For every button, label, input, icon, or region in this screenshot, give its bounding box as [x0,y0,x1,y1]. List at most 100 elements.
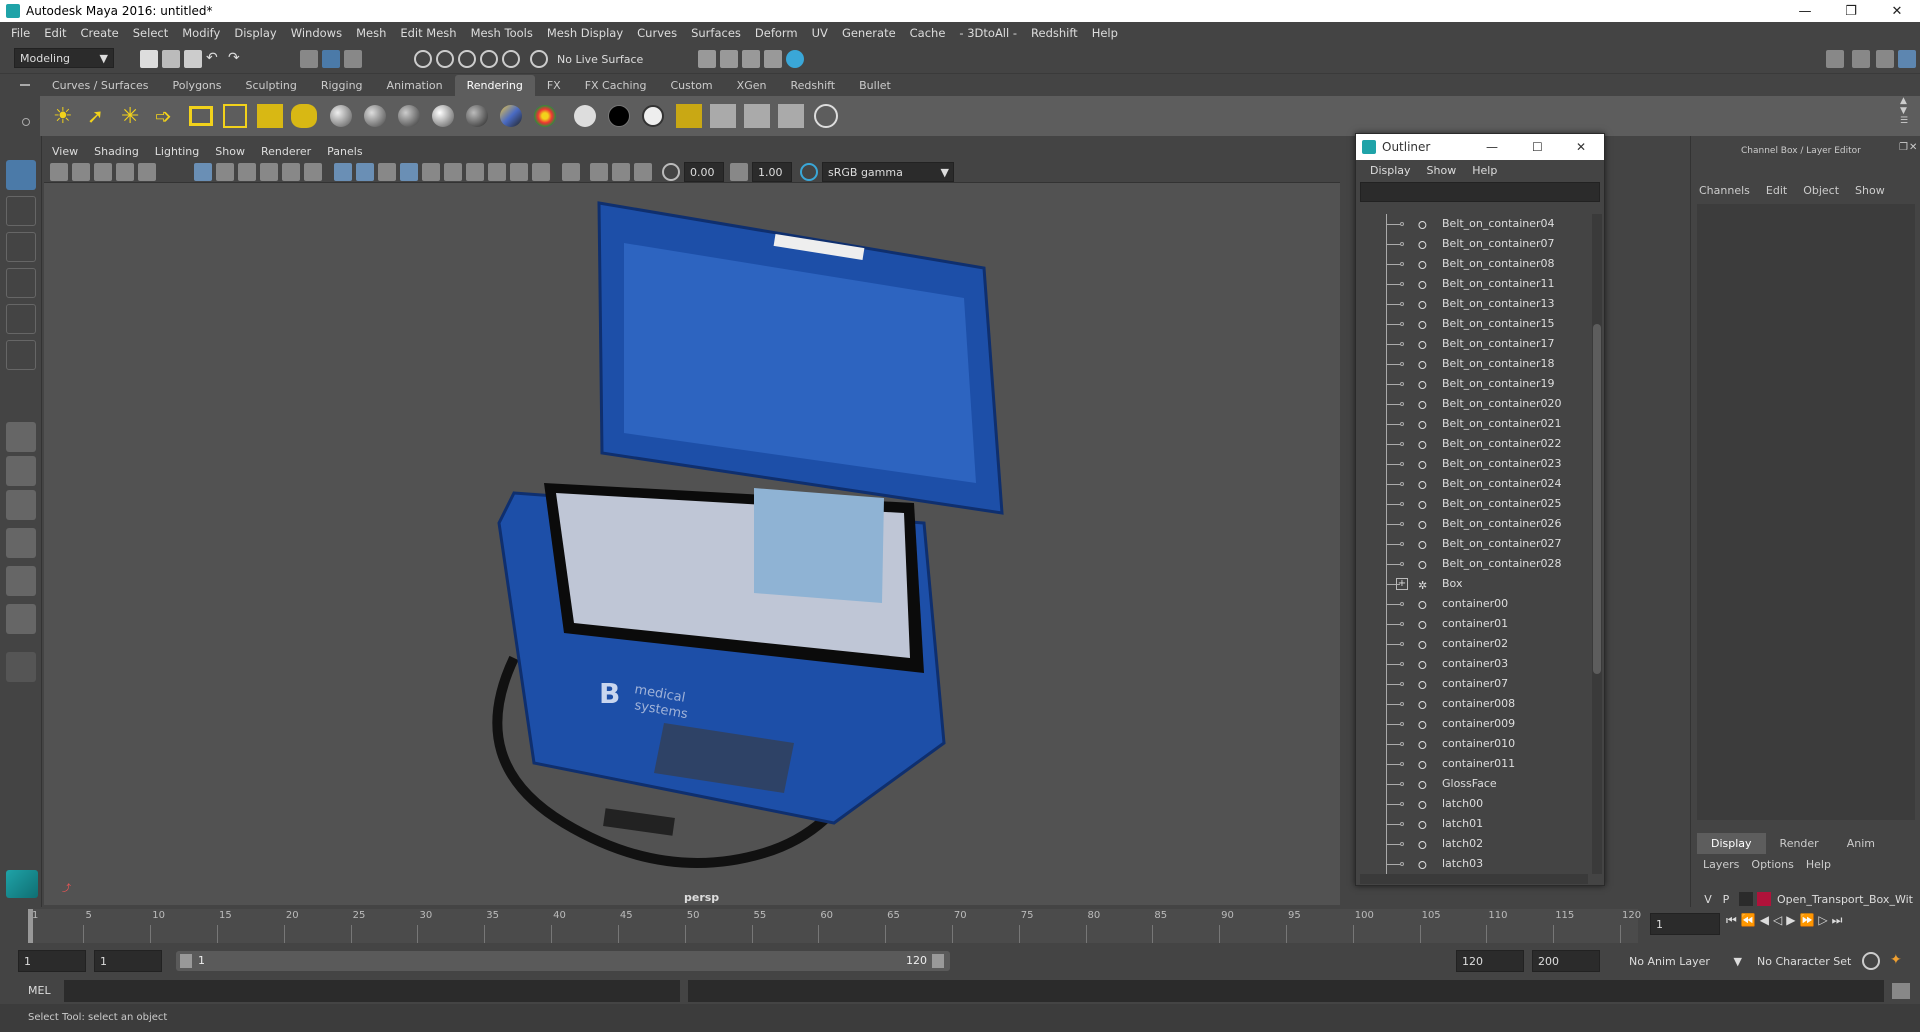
use-background-icon[interactable] [642,105,664,127]
grease-pencil-icon[interactable] [138,163,156,181]
outliner-item[interactable]: ⭘ Belt_on_container028 [1356,554,1588,574]
outliner-item[interactable]: ⭘ Belt_on_container027 [1356,534,1588,554]
ipr-shelf-icon[interactable] [744,104,770,128]
channelbox-menu-object[interactable]: Object [1803,184,1839,197]
render-frame-icon[interactable] [720,50,738,68]
layer-visibility-toggle[interactable]: V [1699,893,1717,906]
channelbox-menu-show[interactable]: Show [1855,184,1885,197]
outliner-item[interactable]: ⭘ container008 [1356,694,1588,714]
menu-mesh[interactable]: Mesh [349,26,393,40]
scrollbar-thumb[interactable] [1593,324,1601,674]
outliner-item[interactable]: ⭘ container07 [1356,674,1588,694]
select-hierarchy-icon[interactable] [300,50,318,68]
shelf-tab-polygons[interactable]: Polygons [161,75,234,96]
camera-icon[interactable] [50,163,68,181]
outliner-persp-layout-icon[interactable] [6,490,36,520]
outliner-menu-show[interactable]: Show [1419,164,1465,177]
paint-select-tool-icon[interactable] [6,232,36,262]
spot-light-icon[interactable]: ➩ [155,104,179,128]
layer-tab-display[interactable]: Display [1697,833,1766,854]
outliner-item[interactable]: ⭘ container011 [1356,754,1588,774]
wireframe-on-shaded-icon[interactable] [378,163,396,181]
layer-tab-anim[interactable]: Anim [1833,833,1889,854]
shelf-tab-rendering[interactable]: Rendering [454,75,535,96]
outliner-item[interactable]: ⭘ Belt_on_container13 [1356,294,1588,314]
xray-icon[interactable] [466,163,484,181]
workspace-modeling-icon[interactable] [1826,50,1844,68]
volume-light-icon[interactable] [223,104,247,128]
command-input[interactable] [64,980,680,1002]
select-tool-icon[interactable] [6,160,36,190]
panel-menu-shading[interactable]: Shading [86,145,147,158]
live-surface-field[interactable]: No Live Surface [552,49,652,69]
ambient-occlusion-icon[interactable] [488,163,506,181]
outliner-item[interactable]: ⭘ container00 [1356,594,1588,614]
motion-blur-icon[interactable] [510,163,528,181]
menu-windows[interactable]: Windows [284,26,349,40]
panel-menu-panels[interactable]: Panels [319,145,370,158]
outliner-menu-display[interactable]: Display [1362,164,1419,177]
four-pane-layout-icon[interactable] [6,456,36,486]
outliner-item[interactable]: ⭘ latch01 [1356,814,1588,834]
outliner-item[interactable]: ⭘ Belt_on_container07 [1356,234,1588,254]
exposure-field[interactable]: 0.00 [684,162,724,182]
float-icon[interactable]: ❐ [1899,142,1908,153]
lasso-tool-icon[interactable] [6,196,36,226]
outliner-item[interactable]: ⭘ container03 [1356,654,1588,674]
redo-icon[interactable]: ↷ [228,50,246,68]
film-gate-icon[interactable] [216,163,234,181]
close-icon[interactable]: ✕ [1909,142,1917,153]
restore-icon[interactable]: ❐ [1828,0,1874,22]
gamma-icon[interactable] [730,163,748,181]
close-icon[interactable]: ✕ [1874,0,1920,22]
point-light-icon[interactable]: ✳ [121,104,145,129]
persp-viewport[interactable]: B medical systems ⤴ persp [44,183,1340,905]
range-end-handle[interactable] [932,954,944,968]
hypershade-icon[interactable] [786,50,804,68]
step-back-frame-icon[interactable]: ◀ [1760,913,1769,928]
move-tool-icon[interactable] [6,268,36,298]
character-set-dropdown[interactable]: No Character Set [1752,950,1852,972]
outliner-item[interactable]: ⭘ Belt_on_container021 [1356,414,1588,434]
outliner-item[interactable]: ⭘ container01 [1356,614,1588,634]
panel-menu-lighting[interactable]: Lighting [147,145,207,158]
directional-light-icon[interactable]: ➚ [87,104,111,128]
playback-start-field[interactable]: 1 [94,950,162,972]
toggle-tool-settings-icon[interactable] [1876,50,1894,68]
end-frame-field[interactable]: 200 [1532,950,1600,972]
panel-menu-renderer[interactable]: Renderer [253,145,319,158]
field-chart-icon[interactable] [282,163,300,181]
single-pane-layout-icon[interactable] [6,422,36,452]
anisotropic-material-icon[interactable] [466,105,488,127]
outliner-item[interactable]: ⭘ Belt_on_container15 [1356,314,1588,334]
shelf-scroll-icon[interactable]: ▲ ▼ ☰ [1900,96,1914,136]
outliner-item[interactable]: ⭘ Belt_on_container19 [1356,374,1588,394]
use-all-lights-icon[interactable] [422,163,440,181]
go-to-end-icon[interactable]: ⏭ [1832,913,1843,928]
render-current-frame-icon[interactable] [710,104,736,128]
render-diagnostics-icon[interactable] [814,104,838,128]
outliner-item[interactable]: ⭘ latch00 [1356,794,1588,814]
snap-point-icon[interactable] [458,50,476,68]
smooth-shade-icon[interactable] [356,163,374,181]
render-view-shelf-icon[interactable] [676,104,702,128]
gamma-field[interactable]: 1.00 [752,162,792,182]
lambert-material-icon[interactable] [364,105,386,127]
outliner-item[interactable]: ⭘ Belt_on_container024 [1356,474,1588,494]
render-sequence-icon[interactable] [778,104,804,128]
play-back-icon[interactable]: ◁ [1773,913,1782,928]
outliner-item[interactable]: ⭘ Belt_on_container025 [1356,494,1588,514]
snap-grid-icon[interactable] [414,50,432,68]
minimize-icon[interactable]: — [1782,0,1828,22]
outliner-item[interactable]: ⭘ Belt_on_container023 [1356,454,1588,474]
time-slider[interactable]: 1 5 10 15 20 25 30 35 40 45 50 55 60 65 70 75 80 85 90 95 10… [28,909,1641,943]
image-plane-icon[interactable] [116,163,134,181]
play-forward-icon[interactable]: ▶ [1786,913,1795,928]
outliner-item[interactable]: ⭘ container010 [1356,734,1588,754]
outliner-menu-help[interactable]: Help [1464,164,1505,177]
grid-icon[interactable] [194,163,212,181]
outliner-item[interactable]: ⭘ container02 [1356,634,1588,654]
render-view-icon[interactable] [698,50,716,68]
new-scene-icon[interactable] [140,50,158,68]
shelf-tab-rigging[interactable]: Rigging [309,75,375,96]
